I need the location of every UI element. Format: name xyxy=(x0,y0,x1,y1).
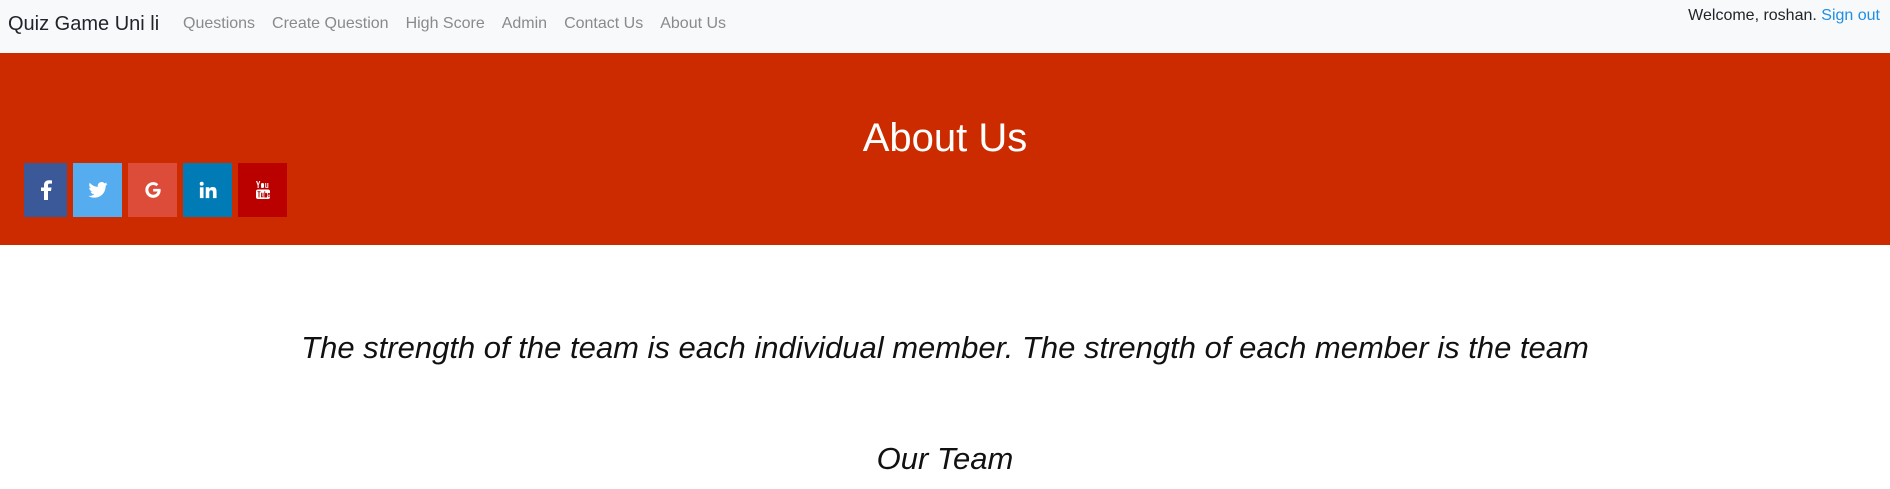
nav-link-high-score[interactable]: High Score xyxy=(406,15,485,33)
navbar: Quiz Game Uni li Questions Create Questi… xyxy=(0,0,1890,53)
welcome-text: Welcome, roshan. xyxy=(1688,7,1817,24)
team-quote: The strength of the team is each individ… xyxy=(301,330,1589,365)
facebook-icon xyxy=(40,180,52,200)
linkedin-button[interactable] xyxy=(183,163,232,217)
sign-out-link[interactable]: Sign out xyxy=(1821,7,1880,24)
brand-link[interactable]: Quiz Game Uni li xyxy=(8,13,159,36)
nav-link-questions[interactable]: Questions xyxy=(183,15,255,33)
google-button[interactable] xyxy=(128,163,177,217)
youtube-icon xyxy=(255,180,271,200)
hero-banner: About Us xyxy=(0,53,1890,245)
user-area: Welcome, roshan. Sign out xyxy=(1688,7,1880,25)
page-title: About Us xyxy=(862,116,1028,160)
twitter-button[interactable] xyxy=(73,163,122,217)
our-team-heading: Our Team xyxy=(876,441,1014,476)
nav-link-contact-us[interactable]: Contact Us xyxy=(564,15,643,33)
facebook-button[interactable] xyxy=(24,163,67,217)
linkedin-icon xyxy=(199,181,217,199)
social-buttons xyxy=(24,163,293,217)
twitter-icon xyxy=(87,182,108,198)
nav-link-admin[interactable]: Admin xyxy=(502,15,547,33)
google-icon xyxy=(144,181,162,199)
youtube-button[interactable] xyxy=(238,163,287,217)
nav-links: Questions Create Question High Score Adm… xyxy=(183,15,743,33)
nav-link-about-us[interactable]: About Us xyxy=(660,15,726,33)
nav-link-create-question[interactable]: Create Question xyxy=(272,15,389,33)
